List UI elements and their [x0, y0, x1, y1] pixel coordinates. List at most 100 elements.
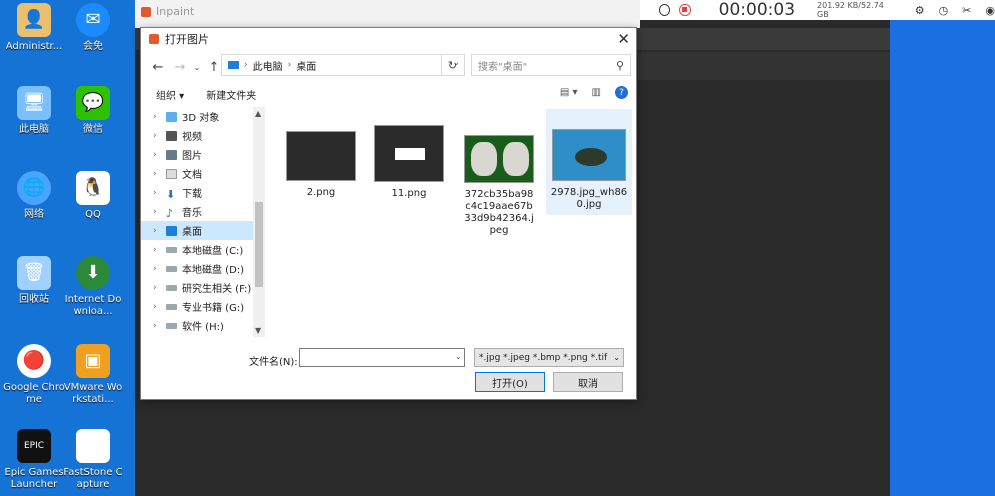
file-name: 11.png: [391, 188, 427, 199]
file-list: 2.png 11.png 372cb35ba98c4c19aae67b33d9b…: [267, 107, 638, 337]
tree-item-desktop[interactable]: › 桌面: [141, 221, 265, 240]
close-icon[interactable]: ✕: [617, 30, 630, 48]
file-item[interactable]: 2.png: [279, 131, 363, 199]
pause-icon[interactable]: [659, 4, 671, 16]
app-icon: ✉: [76, 3, 110, 37]
file-name: 2978.jpg_wh860.jpg: [550, 187, 628, 210]
image-thumbnail: [374, 125, 444, 182]
search-icon: ⚲: [615, 59, 624, 72]
chrome-icon: 🔴: [17, 344, 51, 378]
address-bar[interactable]: › 此电脑 › 桌面 ⌄: [221, 54, 465, 76]
desktop-icon-recycle-bin[interactable]: 🗑 回收站: [3, 256, 65, 306]
scroll-down-icon[interactable]: ▼: [255, 326, 261, 335]
download-manager-icon: ⬇: [76, 256, 110, 290]
dialog-toolbar: 组织 ▾ 新建文件夹 ▤ ▾ ▥ ?: [141, 83, 638, 105]
video-icon: [166, 130, 177, 141]
drive-icon: [166, 265, 177, 272]
file-item[interactable]: 372cb35ba98c4c19aae67b33d9b42364.jpeg: [457, 135, 541, 237]
desktop-icon-app[interactable]: ✉ 会免: [62, 3, 124, 53]
tree-item-videos[interactable]: › 视频: [141, 126, 265, 145]
preview-pane-icon[interactable]: ▥: [592, 87, 601, 98]
desktop-icon-faststone[interactable]: ✂ FastStone Capture: [62, 429, 124, 491]
desktop-icon-administrator[interactable]: 👤 Administr...: [3, 3, 65, 53]
eye-icon[interactable]: ◉: [985, 4, 995, 17]
faststone-icon: ✂: [76, 429, 110, 463]
network-icon: 🌐: [17, 171, 51, 205]
tree-item-drive-c[interactable]: › 本地磁盘 (C:): [141, 240, 265, 259]
3d-objects-icon: [166, 111, 177, 122]
tree-item-drive-g[interactable]: › 专业书籍 (G:): [141, 297, 265, 316]
view-options-icon[interactable]: ▤ ▾: [560, 87, 578, 98]
qq-icon: 🐧: [76, 171, 110, 205]
image-thumbnail: [286, 131, 356, 181]
chevron-down-icon[interactable]: ⌄: [455, 352, 462, 361]
navigation-tree: › 3D 对象 › 视频 › 图片 › 文档 › ⬇ 下载 › ♪ 音乐 › 桌面 › 本地磁盘 (…: [141, 107, 265, 337]
drive-icon: [166, 284, 177, 291]
refresh-icon: ↻: [447, 58, 458, 72]
desktop-icon-vmware[interactable]: ▣ VMware Workstati...: [62, 344, 124, 406]
tree-item-documents[interactable]: › 文档: [141, 164, 265, 183]
tree-scrollbar[interactable]: ▲ ▼: [253, 107, 265, 337]
tree-item-pictures[interactable]: › 图片: [141, 145, 265, 164]
organize-button[interactable]: 组织 ▾: [156, 87, 184, 102]
inpaint-logo-icon: [149, 34, 159, 44]
file-item-selected[interactable]: 2978.jpg_wh860.jpg: [546, 109, 632, 215]
document-icon: [166, 168, 177, 179]
back-arrow-icon[interactable]: ←: [147, 60, 169, 75]
tree-item-downloads[interactable]: › ⬇ 下载: [141, 183, 265, 202]
desktop-icon-wechat[interactable]: 💬 微信: [62, 86, 124, 136]
filetype-select[interactable]: *.jpg *.jpeg *.bmp *.png *.tif ⌄: [474, 348, 624, 367]
cancel-button[interactable]: 取消: [553, 372, 623, 392]
navigation-row: ← → ⌄ ↑ › 此电脑 › 桌面 ⌄ ↻ 搜索"桌面" ⚲: [141, 54, 638, 80]
open-file-dialog: 打开图片 ✕ ← → ⌄ ↑ › 此电脑 › 桌面 ⌄ ↻ 搜索"桌面" ⚲ 组…: [140, 27, 637, 400]
computer-icon: [228, 61, 239, 69]
recycle-bin-icon: 🗑: [17, 256, 51, 290]
search-input[interactable]: 搜索"桌面" ⚲: [471, 54, 631, 76]
user-folder-icon: 👤: [17, 3, 51, 37]
tree-item-music[interactable]: › ♪ 音乐: [141, 202, 265, 221]
tree-item-drive-d[interactable]: › 本地磁盘 (D:): [141, 259, 265, 278]
scissors-icon[interactable]: ✂: [962, 4, 971, 17]
app-toolbar: [638, 52, 890, 80]
desktop-icon-chrome[interactable]: 🔴 Google Chrome: [3, 344, 65, 406]
clock-icon[interactable]: ◷: [939, 4, 949, 17]
record-stats: 201.92 KB/52.74 GB: [817, 1, 884, 19]
desktop-icon-idm[interactable]: ⬇ Internet Downloa...: [62, 256, 124, 318]
filename-label: 文件名(N):: [249, 357, 298, 368]
chevron-down-icon: ⌄: [613, 353, 620, 362]
new-folder-button[interactable]: 新建文件夹: [206, 87, 256, 102]
breadcrumb-root[interactable]: 此电脑: [253, 58, 283, 73]
pictures-icon: [166, 149, 177, 160]
music-note-icon: ♪: [166, 206, 174, 220]
image-thumbnail: [464, 135, 534, 183]
file-name: 2.png: [306, 187, 336, 198]
recent-locations-chevron-icon[interactable]: ⌄: [191, 63, 203, 72]
refresh-button[interactable]: ↻: [441, 54, 463, 76]
scroll-up-icon[interactable]: ▲: [255, 109, 261, 118]
inpaint-logo-icon: [141, 6, 151, 17]
record-time: 00:00:03: [718, 0, 796, 20]
stop-record-icon[interactable]: [679, 4, 691, 16]
wechat-icon: 💬: [76, 86, 110, 120]
dialog-title: 打开图片: [165, 33, 209, 46]
breadcrumb-current[interactable]: 桌面: [296, 58, 316, 73]
drive-icon: [166, 322, 177, 329]
epic-games-icon: EPIC: [17, 429, 51, 463]
desktop-icon-epic[interactable]: EPIC Epic Games Launcher: [3, 429, 65, 491]
drive-icon: [166, 303, 177, 310]
tree-item-drive-h[interactable]: › 软件 (H:): [141, 316, 265, 335]
help-icon[interactable]: ?: [615, 86, 628, 99]
tree-item-drive-f[interactable]: › 研究生相关 (F:): [141, 278, 265, 297]
scrollbar-thumb[interactable]: [255, 202, 263, 287]
screen-recorder-bar: 00:00:03 201.92 KB/52.74 GB ⚙ ◷ ✂ ◉: [640, 0, 995, 20]
open-button[interactable]: 打开(O): [475, 372, 545, 392]
file-item[interactable]: 11.png: [367, 125, 451, 200]
forward-arrow-icon[interactable]: →: [169, 60, 191, 75]
filename-input[interactable]: [299, 348, 465, 367]
app-title: Inpaint: [141, 5, 194, 18]
tree-item-3d-objects[interactable]: › 3D 对象: [141, 107, 265, 126]
settings-icon[interactable]: ⚙: [915, 4, 925, 17]
desktop-icon-this-pc[interactable]: 🖥 此电脑: [3, 86, 65, 136]
desktop-icon-network[interactable]: 🌐 网络: [3, 171, 65, 221]
desktop-icon-qq[interactable]: 🐧 QQ: [62, 171, 124, 221]
